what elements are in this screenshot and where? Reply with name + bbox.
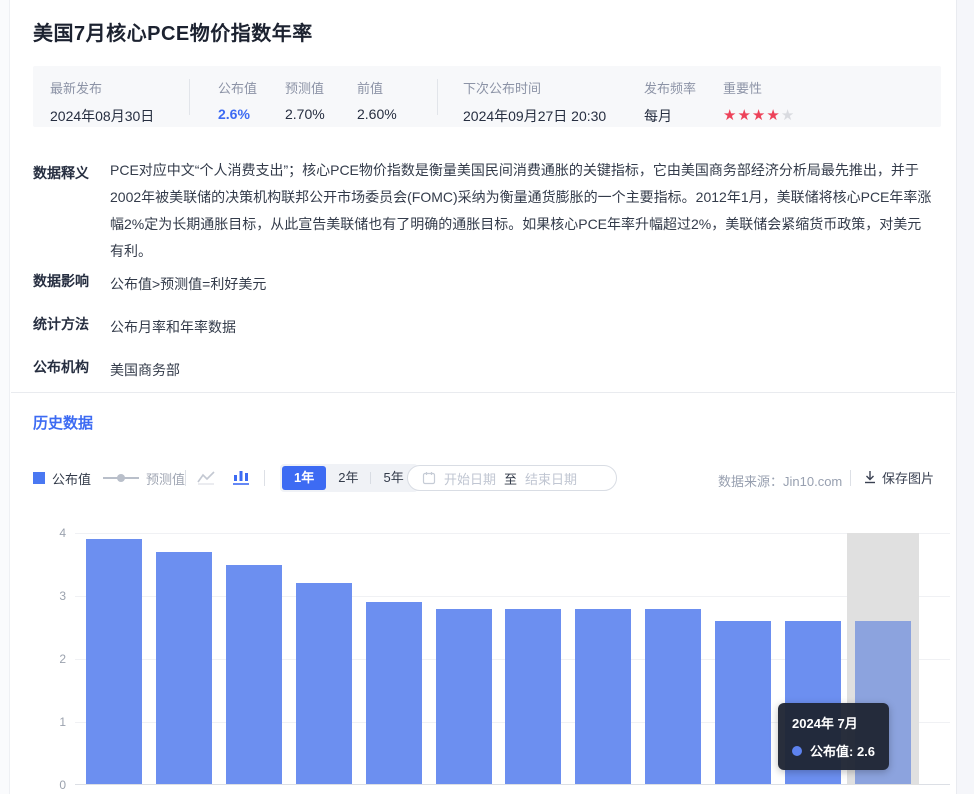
summary-divider (189, 79, 190, 115)
date-range-separator: 至 (504, 469, 517, 488)
bar[interactable] (505, 609, 561, 784)
detail-text-definition: PCE对应中文“个人消费支出”；核心PCE物价指数是衡量美国民间消费通胀的关键指… (110, 157, 932, 265)
bar[interactable] (645, 609, 701, 784)
summary-next-time: 下次公布时间 2024年09月27日 20:30 (463, 78, 606, 126)
previous-label: 前值 (357, 78, 397, 97)
tooltip-value: 公布值: 2.6 (810, 741, 875, 760)
legend-published[interactable]: 公布值 (33, 469, 91, 487)
summary-frequency: 发布频率 每月 (644, 78, 696, 126)
y-tick-label: 0 (40, 778, 66, 792)
next-time-label: 下次公布时间 (463, 78, 606, 97)
legend-square-icon (33, 472, 45, 484)
bar[interactable] (296, 583, 352, 784)
star-filled-icon: ★ (766, 107, 780, 124)
next-time-value: 2024年09月27日 20:30 (463, 106, 606, 126)
save-image-button[interactable]: 保存图片 (863, 468, 934, 487)
bar[interactable] (575, 609, 631, 784)
bar-chart-toggle[interactable] (229, 467, 253, 487)
line-chart-icon (196, 470, 216, 486)
calendar-icon (422, 471, 436, 485)
start-date-input[interactable]: 开始日期 (444, 469, 496, 488)
x-axis-line (75, 784, 950, 785)
bar[interactable] (226, 565, 282, 785)
y-tick-label: 3 (40, 589, 66, 603)
star-empty-icon: ★ (781, 107, 795, 124)
bar[interactable] (715, 621, 771, 784)
summary-previous: 前值 2.60% (357, 78, 397, 122)
summary-importance: 重要性 ★★★★★ (723, 78, 795, 124)
scrollbar-track[interactable] (956, 0, 974, 794)
tooltip-title: 2024年 7月 (792, 713, 875, 732)
bar-chart-icon (231, 468, 251, 486)
save-image-label: 保存图片 (882, 468, 934, 487)
toolbar-divider (264, 470, 265, 486)
latest-label: 最新发布 (50, 78, 154, 97)
data-source-label: 数据来源：Jin10.com (718, 471, 842, 490)
detail-label-definition: 数据释义 (33, 163, 109, 183)
section-divider (11, 392, 955, 393)
bar[interactable] (156, 552, 212, 784)
bar[interactable] (436, 609, 492, 784)
toolbar-divider (850, 470, 851, 486)
summary-divider (437, 79, 438, 115)
importance-label: 重要性 (723, 78, 795, 97)
bar[interactable] (86, 539, 142, 784)
frequency-label: 发布频率 (644, 78, 696, 97)
latest-value: 2024年08月30日 (50, 106, 154, 126)
detail-text-method: 公布月率和年率数据 (110, 314, 932, 341)
forecast-value: 2.70% (285, 106, 325, 122)
end-date-input[interactable]: 结束日期 (525, 469, 577, 488)
forecast-label: 预测值 (285, 78, 325, 97)
summary-forecast: 预测值 2.70% (285, 78, 325, 122)
history-heading: 历史数据 (33, 412, 93, 433)
range-tab-2y[interactable]: 2年 (326, 466, 370, 490)
detail-label-impact: 数据影响 (33, 271, 109, 291)
detail-label-method: 统计方法 (33, 314, 109, 334)
toolbar-divider (185, 470, 186, 486)
star-filled-icon: ★ (723, 107, 737, 124)
summary-published: 公布值 2.6% (218, 78, 257, 122)
range-tabs: 1年 2年 5年 (280, 464, 418, 492)
importance-stars: ★★★★★ (723, 106, 795, 124)
y-tick-label: 2 (40, 652, 66, 666)
published-label: 公布值 (218, 78, 257, 97)
y-tick-label: 1 (40, 715, 66, 729)
detail-text-impact: 公布值>预测值=利好美元 (110, 271, 932, 298)
summary-panel: 最新发布 2024年08月30日 公布值 2.6% 预测值 2.70% 前值 2… (33, 66, 941, 127)
page-left-gutter (0, 0, 10, 794)
detail-label-agency: 公布机构 (33, 357, 109, 377)
legend-line-dot-icon (103, 477, 139, 479)
published-value: 2.6% (218, 106, 257, 122)
summary-latest: 最新发布 2024年08月30日 (50, 78, 154, 126)
chart-tooltip: 2024年 7月 公布值: 2.6 (778, 703, 889, 770)
previous-value: 2.60% (357, 106, 397, 122)
download-icon (863, 470, 877, 485)
detail-text-agency: 美国商务部 (110, 357, 932, 384)
y-tick-label: 4 (40, 526, 66, 540)
gridline (75, 533, 950, 534)
page-title: 美国7月核心PCE物价指数年率 (33, 17, 313, 46)
frequency-value: 每月 (644, 106, 696, 126)
star-filled-icon: ★ (752, 107, 766, 124)
legend-forecast[interactable]: 预测值 (103, 469, 185, 487)
legend-forecast-label: 预测值 (146, 469, 185, 488)
line-chart-toggle[interactable] (194, 468, 218, 488)
date-range-picker[interactable]: 开始日期 至 结束日期 (407, 465, 617, 491)
range-tab-1y[interactable]: 1年 (282, 466, 326, 490)
legend-published-label: 公布值 (52, 469, 91, 488)
tooltip-series-dot-icon (792, 746, 802, 756)
star-filled-icon: ★ (737, 107, 751, 124)
bar[interactable] (366, 602, 422, 784)
